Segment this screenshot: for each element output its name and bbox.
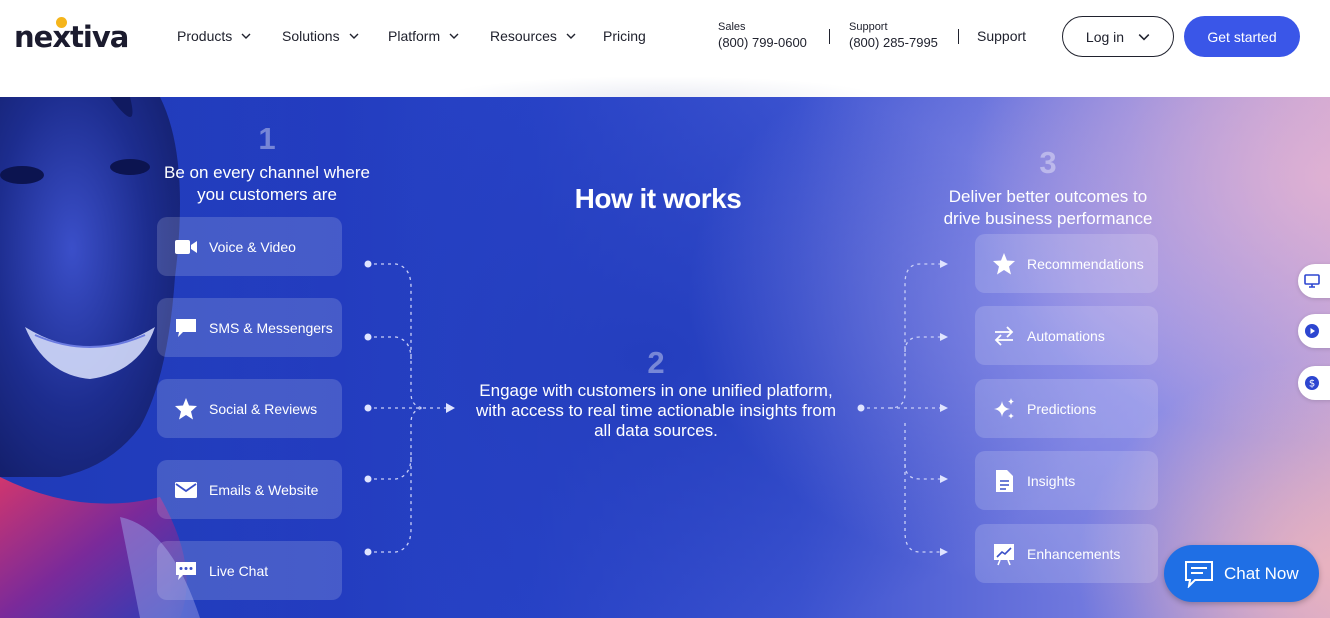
channel-card-voice-video[interactable]: Voice & Video	[157, 217, 342, 276]
sales-contact[interactable]: Sales (800) 799-0600	[718, 21, 807, 50]
step-2-number: 2	[647, 345, 665, 380]
chat-bubble-icon	[173, 315, 199, 341]
chart-board-icon	[991, 541, 1017, 567]
step-3-title-line-2: drive business performance	[943, 209, 1153, 228]
svg-text:$: $	[1309, 379, 1315, 390]
divider	[958, 29, 959, 44]
nav-products[interactable]: Products	[177, 26, 251, 46]
nextiva-logo[interactable]: nextiva	[14, 17, 134, 57]
swap-arrows-icon	[991, 323, 1017, 349]
dollar-icon: $	[1305, 376, 1319, 390]
step-2-text-line-1: Engage with customers in one unified pla…	[479, 381, 833, 400]
sales-label: Sales	[718, 21, 746, 33]
chevron-down-icon	[349, 33, 359, 39]
star-icon	[991, 251, 1017, 277]
nav-resources[interactable]: Resources	[490, 26, 576, 46]
nav-platform-label: Platform	[388, 28, 441, 44]
step-1-title: Be on every channel where you customers …	[146, 162, 388, 206]
nav-resources-label: Resources	[490, 28, 557, 44]
channel-label: Voice & Video	[209, 238, 296, 255]
login-button[interactable]: Log in	[1062, 16, 1174, 57]
how-it-works-section: 1 Be on every channel where you customer…	[0, 97, 1330, 618]
side-tab-monitor[interactable]	[1298, 264, 1330, 298]
step-3-title-line-1: Deliver better outcomes to	[948, 187, 1148, 206]
sales-phone[interactable]: (800) 799-0600	[718, 36, 807, 49]
nav-products-label: Products	[177, 28, 233, 44]
step-2-text-line-2: with access to real time actionable insi…	[476, 401, 836, 420]
logo-text: nextiva	[14, 20, 129, 54]
chat-icon	[1185, 560, 1213, 588]
outcome-card-insights[interactable]: Insights	[975, 451, 1158, 510]
outcome-card-predictions[interactable]: Predictions	[975, 379, 1158, 438]
channel-label: Emails & Website	[209, 481, 319, 498]
channel-label: Live Chat	[209, 562, 269, 579]
nav-support-link[interactable]: Support	[977, 26, 1026, 46]
support-label: Support	[849, 21, 888, 33]
step-1-title-line-1: Be on every channel where	[163, 163, 371, 182]
chat-now-label: Chat Now	[1224, 563, 1299, 583]
channel-label: SMS & Messengers	[209, 319, 333, 336]
nav-pricing[interactable]: Pricing	[603, 26, 646, 46]
envelope-icon	[173, 477, 199, 503]
outcome-label: Predictions	[1027, 400, 1097, 417]
arrow-head	[446, 403, 455, 413]
star-icon	[173, 396, 199, 422]
login-label: Log in	[1085, 28, 1125, 45]
channel-card-sms[interactable]: SMS & Messengers	[157, 298, 342, 357]
divider	[829, 29, 830, 44]
support-contact[interactable]: Support (800) 285-7995	[849, 21, 938, 50]
play-icon	[1305, 324, 1319, 338]
document-icon	[991, 468, 1017, 494]
step-2-description: Engage with customers in one unified pla…	[470, 381, 842, 441]
section-title: How it works	[574, 183, 742, 214]
step-1-title-line-2: you customers are	[197, 185, 337, 204]
outcome-label: Automations	[1027, 327, 1105, 344]
channel-card-live-chat[interactable]: Live Chat	[157, 541, 342, 600]
nav-platform[interactable]: Platform	[388, 26, 459, 46]
chat-now-button[interactable]: Chat Now	[1164, 545, 1319, 602]
side-tab-pricing[interactable]: $	[1298, 366, 1330, 400]
logo-dot	[56, 17, 67, 28]
video-camera-icon	[173, 234, 199, 260]
get-started-button[interactable]: Get started	[1184, 16, 1300, 57]
chevron-down-icon	[566, 33, 576, 39]
monitor-icon	[1304, 274, 1320, 288]
arrow-heads	[940, 260, 948, 556]
header-spacer	[0, 76, 1330, 97]
channel-card-social[interactable]: Social & Reviews	[157, 379, 342, 438]
support-phone[interactable]: (800) 285-7995	[849, 36, 938, 49]
nav-solutions[interactable]: Solutions	[282, 26, 359, 46]
step-3-title: Deliver better outcomes to drive busines…	[928, 186, 1168, 230]
site-header: nextiva Products Solutions Platform Reso…	[0, 0, 1330, 76]
chevron-down-icon	[1138, 33, 1150, 41]
nav-solutions-label: Solutions	[282, 28, 340, 44]
chevron-down-icon	[449, 33, 459, 39]
step-3-number: 3	[1039, 145, 1057, 180]
outcome-card-automations[interactable]: Automations	[975, 306, 1158, 365]
chat-dots-icon	[173, 558, 199, 584]
outcome-label: Insights	[1027, 472, 1076, 489]
outcome-card-enhancements[interactable]: Enhancements	[975, 524, 1158, 583]
sparkles-icon	[991, 396, 1017, 422]
side-tab-video[interactable]	[1298, 314, 1330, 348]
support-link-label: Support	[977, 28, 1027, 44]
channel-label: Social & Reviews	[209, 400, 318, 417]
outcome-card-recommendations[interactable]: Recommendations	[975, 234, 1158, 293]
step-2-text-line-3: all data sources.	[594, 421, 718, 440]
right-connector-lines	[867, 263, 940, 553]
step-1-number: 1	[258, 121, 276, 156]
nav-pricing-label: Pricing	[603, 28, 646, 44]
outcome-label: Recommendations	[1027, 255, 1144, 272]
outcome-label: Enhancements	[1027, 545, 1121, 562]
get-started-label: Get started	[1207, 28, 1277, 45]
channel-card-email[interactable]: Emails & Website	[157, 460, 342, 519]
chevron-down-icon	[241, 33, 251, 39]
